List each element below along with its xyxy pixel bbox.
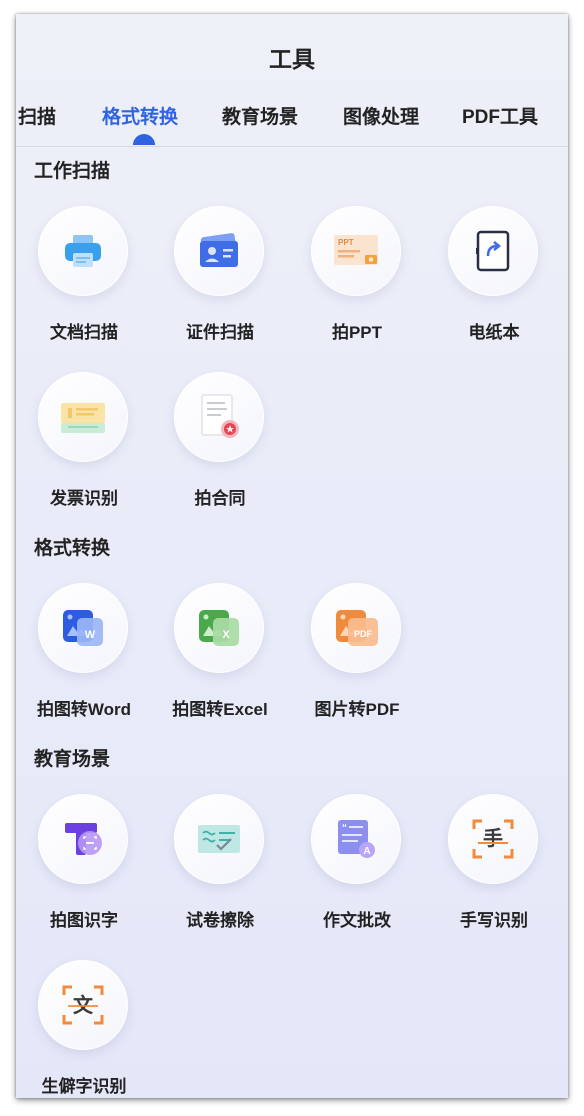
contract-icon: [201, 394, 239, 438]
tool-id-scan[interactable]: 证件扫描: [152, 206, 288, 351]
tool-essay-correction[interactable]: “ A 作文批改: [289, 794, 425, 939]
tool-label: 发票识别: [50, 489, 118, 508]
tool-icon-circle: X: [174, 583, 264, 673]
tool-icon-circle: [174, 372, 264, 462]
tool-rare-character-recognition[interactable]: 文 生僻字识别: [16, 960, 152, 1098]
tool-icon-circle: [38, 206, 128, 296]
page-title: 工具: [269, 46, 315, 72]
handwriting-badge: 手: [483, 826, 503, 850]
tools-panel: 工具 扫描 格式转换 教育场景 图像处理 PDF工具 工作扫描 文档扫描 证件扫…: [16, 14, 568, 1098]
section-title-education: 教育场景: [34, 749, 111, 770]
tab-scan[interactable]: 扫描: [18, 102, 56, 129]
tool-icon-circle: PPT: [311, 206, 401, 296]
tool-icon-circle: [174, 794, 264, 884]
tool-label: 手写识别: [460, 911, 528, 930]
svg-text:PPT: PPT: [338, 238, 354, 247]
svg-text:“: “: [342, 823, 347, 834]
tool-contract-capture[interactable]: 拍合同: [152, 372, 288, 517]
tool-label: 证件扫描: [186, 323, 254, 342]
pdf-icon: PDF: [336, 610, 378, 646]
tool-label: 拍图转Word: [36, 700, 132, 719]
tool-icon-circle: “ A: [311, 794, 401, 884]
tool-icon-circle: PDF: [311, 583, 401, 673]
rare-character-icon: 文: [62, 985, 104, 1025]
e-paper-icon: [476, 230, 510, 272]
essay-correction-icon: “ A: [338, 820, 375, 858]
tool-label: 作文批改: [323, 911, 391, 930]
tool-icon-circle: [38, 372, 128, 462]
essay-badge: A: [363, 846, 370, 857]
tool-label: 拍图转Excel: [172, 700, 268, 719]
tool-icon-circle: 手: [448, 794, 538, 884]
handwriting-icon: 手: [472, 819, 514, 859]
tool-label: 图片转PDF: [314, 700, 400, 719]
text-recognition-icon: [65, 823, 102, 855]
excel-icon: X: [199, 610, 239, 646]
tool-icon-circle: [38, 794, 128, 884]
tab-image-processing[interactable]: 图像处理: [343, 102, 419, 129]
tool-label: 拍PPT: [331, 323, 383, 342]
tool-label: 试卷擦除: [186, 911, 254, 930]
tool-invoice-recognition[interactable]: 发票识别: [16, 372, 152, 517]
tabs-divider: [16, 146, 568, 147]
tool-label: 文档扫描: [50, 323, 118, 342]
word-badge: W: [85, 629, 96, 641]
pdf-badge: PDF: [354, 629, 373, 639]
tool-photo-text-recognition[interactable]: 拍图识字: [16, 794, 152, 939]
paper-erase-icon: [198, 825, 240, 853]
tool-handwriting-recognition[interactable]: 手 手写识别: [426, 794, 562, 939]
tool-paper-erase[interactable]: 试卷擦除: [152, 794, 288, 939]
tool-photo-to-word[interactable]: W 拍图转Word: [16, 583, 152, 728]
tab-pdf-tools[interactable]: PDF工具: [462, 102, 538, 129]
tool-icon-circle: [448, 206, 538, 296]
tab-education[interactable]: 教育场景: [222, 102, 298, 129]
printer-icon: [65, 235, 101, 267]
tool-document-scan[interactable]: 文档扫描: [16, 206, 152, 351]
tool-label: 生僻字识别: [41, 1077, 127, 1096]
tool-icon-circle: 文: [38, 960, 128, 1050]
ppt-slide-icon: PPT: [334, 235, 378, 265]
tool-photo-to-excel[interactable]: X 拍图转Excel: [152, 583, 288, 728]
id-card-icon: [200, 233, 238, 267]
invoice-icon: [61, 403, 105, 433]
tool-ppt-capture[interactable]: PPT 拍PPT: [289, 206, 425, 351]
tool-image-to-pdf[interactable]: PDF 图片转PDF: [289, 583, 425, 728]
section-title-format-convert: 格式转换: [34, 538, 111, 559]
tool-label: 电纸本: [468, 323, 520, 342]
tool-icon-circle: W: [38, 583, 128, 673]
tab-format-convert[interactable]: 格式转换: [102, 102, 178, 129]
tool-label: 拍图识字: [50, 911, 118, 930]
word-icon: W: [63, 610, 103, 646]
tool-label: 拍合同: [194, 489, 246, 508]
tool-icon-circle: [174, 206, 264, 296]
excel-badge: X: [222, 629, 230, 641]
section-title-work-scan: 工作扫描: [34, 161, 111, 182]
category-tabs: 扫描 格式转换 教育场景 图像处理 PDF工具: [16, 102, 568, 146]
tool-e-paper[interactable]: 电纸本: [426, 206, 562, 351]
